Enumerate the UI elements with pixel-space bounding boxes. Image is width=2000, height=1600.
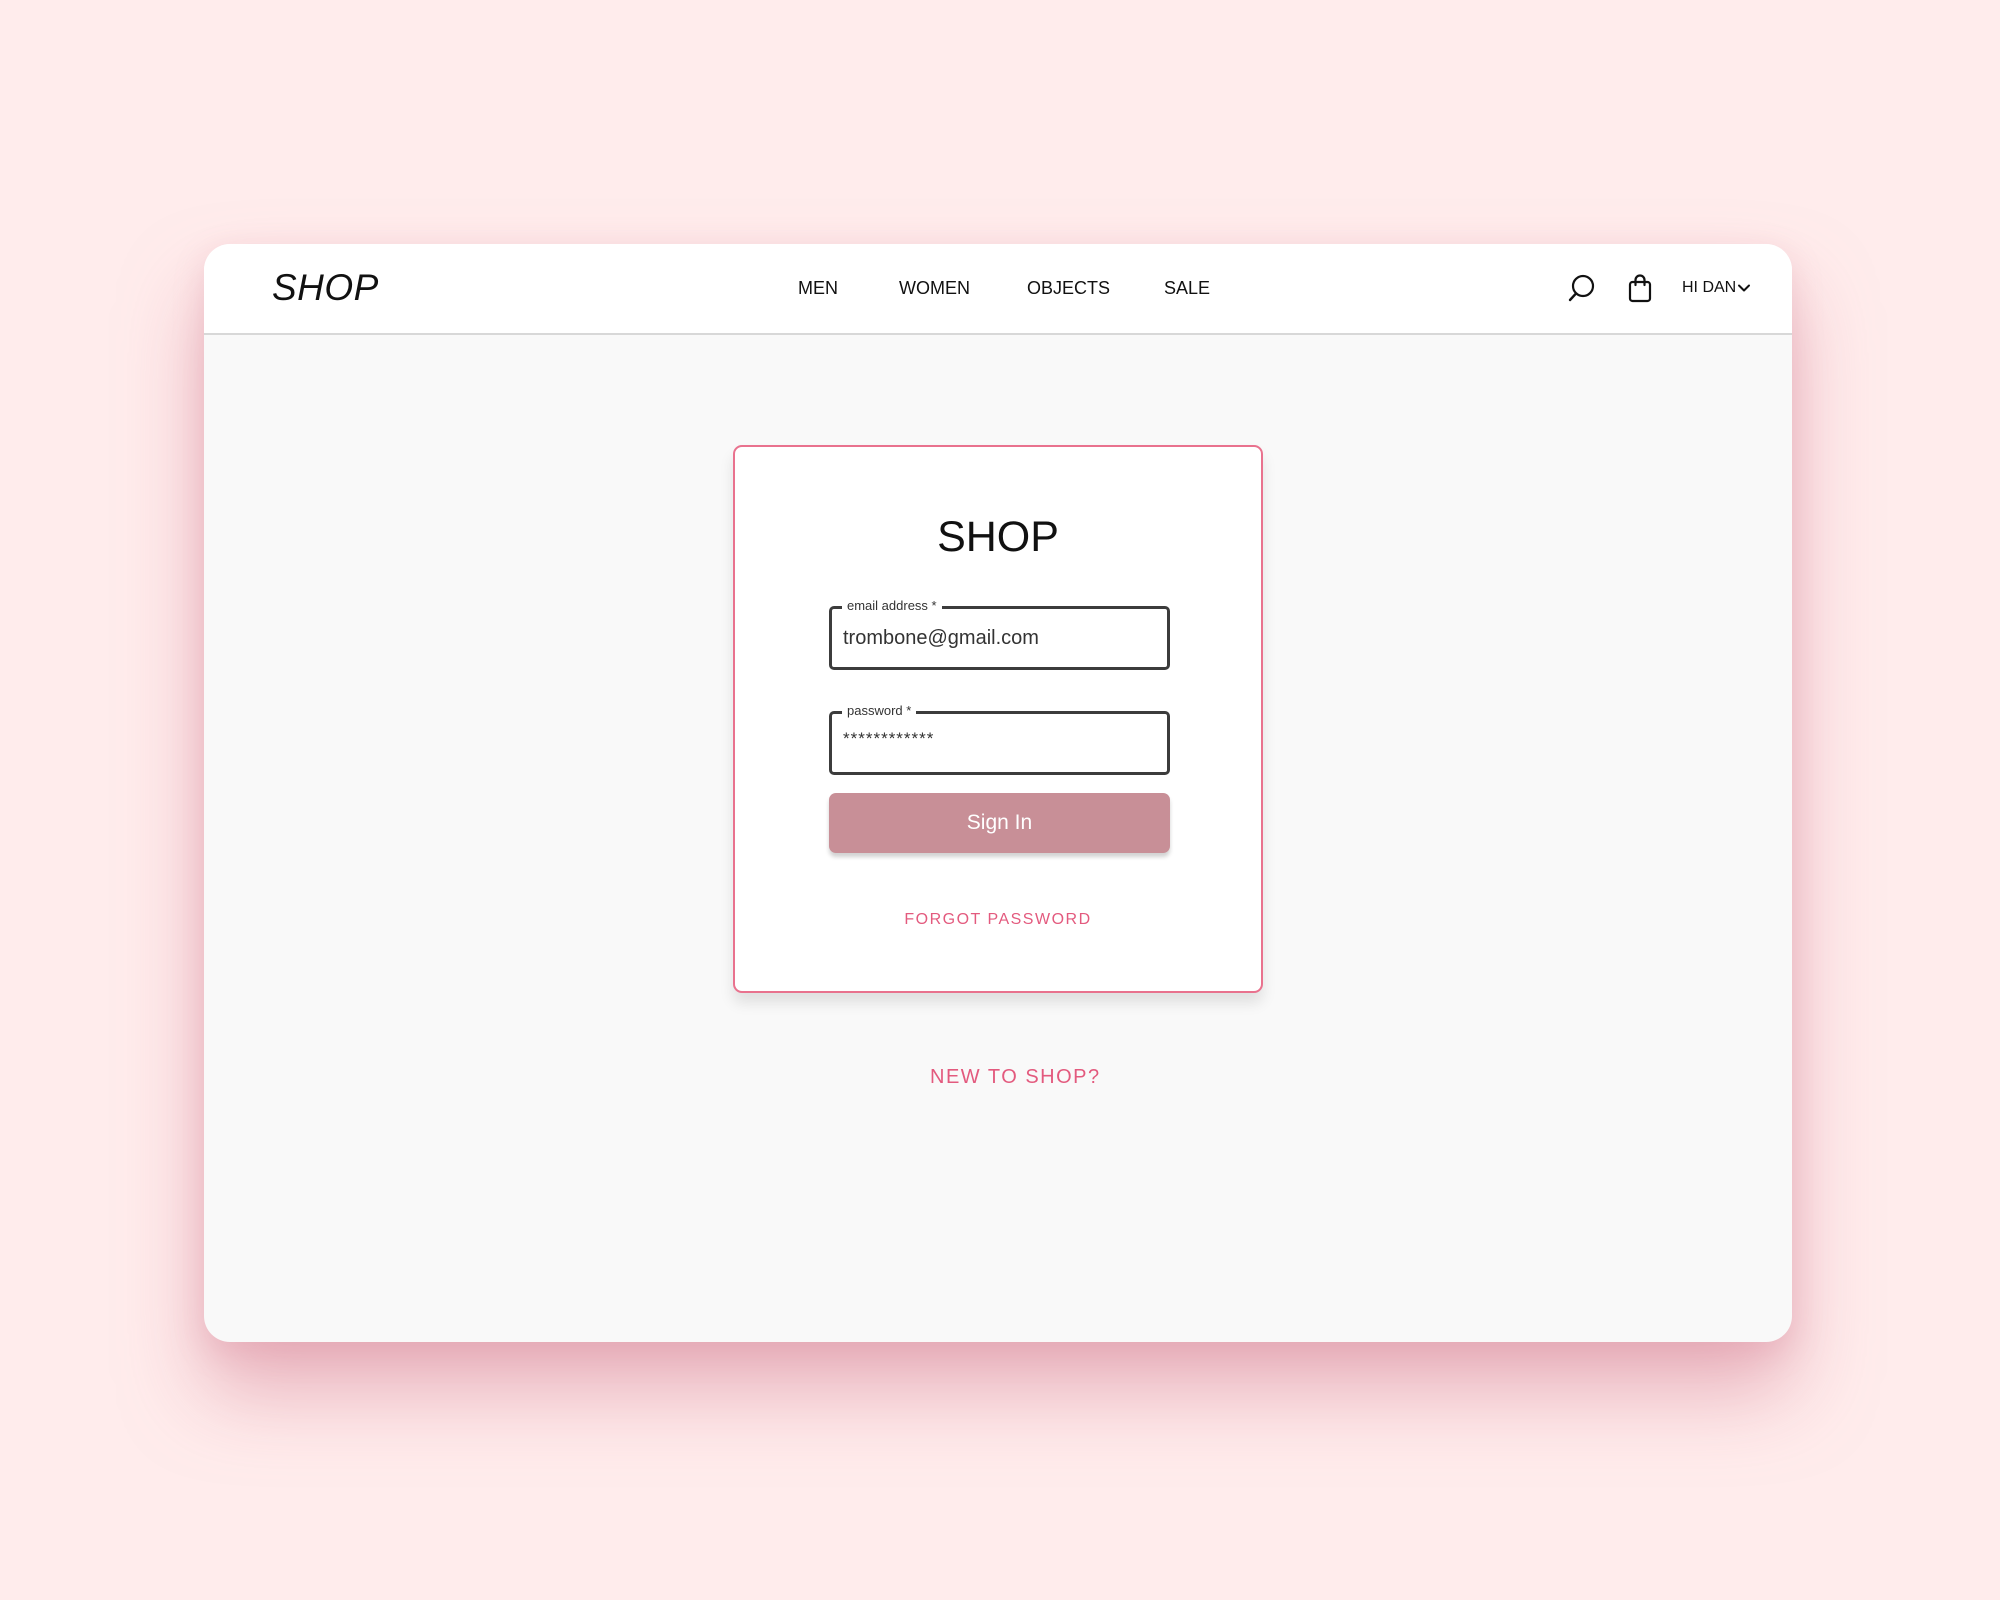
user-menu-label: HI DAN <box>1682 279 1737 296</box>
new-to-shop-link[interactable]: NEW TO SHOP? <box>930 1064 1099 1090</box>
password-field[interactable]: password * <box>829 702 1170 775</box>
login-card: SHOP email address * password * Sign In … <box>733 445 1263 993</box>
email-field[interactable]: email address * <box>829 597 1170 670</box>
user-menu[interactable]: HI DAN <box>1682 276 1751 300</box>
browser-window: SHOP MEN WOMEN OBJECTS SALE HI DAN SHOP <box>204 244 1792 1342</box>
chevron-down-icon <box>1738 284 1751 292</box>
nav-link-sale[interactable]: SALE <box>1164 276 1210 300</box>
shopping-bag-icon[interactable] <box>1624 272 1656 304</box>
password-input[interactable] <box>843 710 1153 768</box>
search-icon[interactable] <box>1566 272 1598 304</box>
nav-link-men[interactable]: MEN <box>798 276 838 300</box>
top-navbar: SHOP MEN WOMEN OBJECTS SALE HI DAN <box>204 244 1792 335</box>
email-input[interactable] <box>843 609 1153 667</box>
shop-logo[interactable]: SHOP <box>272 266 379 310</box>
login-title: SHOP <box>937 513 1059 561</box>
sign-in-button[interactable]: Sign In <box>829 793 1170 853</box>
nav-link-objects[interactable]: OBJECTS <box>1027 276 1110 300</box>
nav-link-women[interactable]: WOMEN <box>899 276 970 300</box>
forgot-password-link[interactable]: FORGOT PASSWORD <box>735 910 1261 930</box>
